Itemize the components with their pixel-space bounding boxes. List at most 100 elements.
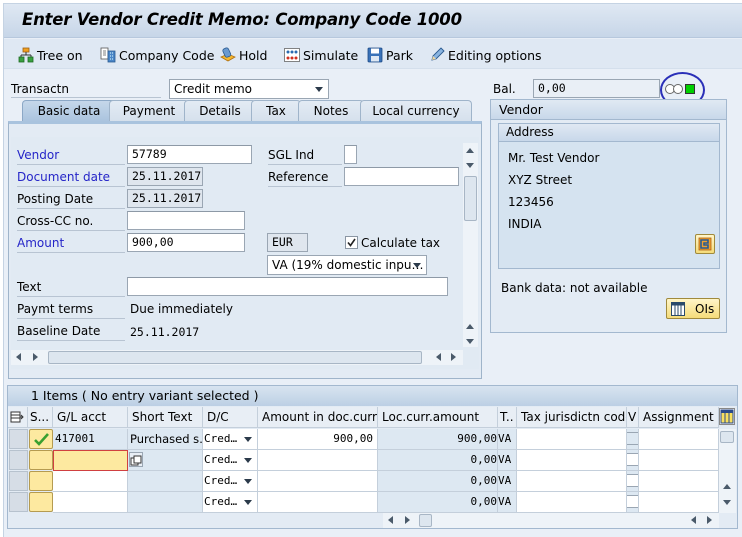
tax-code-cell[interactable]: VA <box>498 429 517 450</box>
column-settings-button[interactable] <box>719 408 735 425</box>
column-header-assignment[interactable]: Assignment n <box>639 407 719 428</box>
scroll-right-icon[interactable] <box>707 516 712 524</box>
column-header-amount-doc[interactable]: Amount in doc.curr. <box>258 407 378 428</box>
row-selector[interactable] <box>9 492 28 512</box>
address-details-button[interactable] <box>695 234 715 254</box>
dc-cell[interactable]: Cred… <box>203 492 258 513</box>
table-horizontal-scrollbar[interactable] <box>383 513 719 528</box>
assignment-cell[interactable] <box>639 471 719 492</box>
amount-doc-cell[interactable]: 900,00 <box>258 429 378 450</box>
tax-code-select[interactable]: VA (19% domestic inpu… <box>267 255 427 275</box>
posting-date-input[interactable]: 25.11.2017 <box>127 189 203 208</box>
scroll-down-icon[interactable] <box>466 339 474 344</box>
gl-acct-cell[interactable]: 417001 <box>53 429 128 450</box>
row-selector[interactable] <box>9 450 28 470</box>
transaction-select[interactable]: Credit memo <box>169 79 329 99</box>
scroll-down-icon[interactable] <box>466 163 474 168</box>
sgl-ind-input[interactable] <box>344 145 357 164</box>
tab-notes[interactable]: Notes <box>298 100 364 122</box>
short-text-cell[interactable]: Purchased s… <box>128 429 203 450</box>
scroll-left-icon[interactable] <box>436 353 441 361</box>
select-all-column[interactable] <box>8 407 28 428</box>
column-header-dc[interactable]: D/C <box>203 407 258 428</box>
scroll-left-icon[interactable] <box>691 516 696 524</box>
short-text-cell[interactable] <box>128 492 203 513</box>
row-status[interactable] <box>29 429 53 449</box>
scroll-thumb[interactable] <box>720 431 734 443</box>
assignment-cell[interactable] <box>639 450 719 471</box>
text-input[interactable] <box>127 277 448 296</box>
scroll-left-icon[interactable] <box>388 516 393 524</box>
short-text-cell[interactable] <box>128 471 203 492</box>
tab-payment[interactable]: Payment <box>109 100 189 122</box>
column-header-gl-acct[interactable]: G/L acct <box>53 407 128 428</box>
assignment-cell[interactable] <box>639 429 719 450</box>
row-checkbox[interactable] <box>627 474 638 487</box>
scroll-up-icon[interactable] <box>723 484 731 489</box>
gl-acct-input-active[interactable] <box>53 450 128 471</box>
row-checkbox[interactable] <box>627 495 638 508</box>
column-header-tax-jurisdiction[interactable]: Tax jurisdictn code <box>517 407 627 428</box>
tax-jurisdiction-cell[interactable] <box>517 450 627 471</box>
row-selector[interactable] <box>9 429 28 449</box>
form-vertical-scrollbar[interactable] <box>463 143 478 347</box>
scroll-right-icon[interactable] <box>33 353 38 361</box>
calculate-tax-checkbox[interactable] <box>345 236 358 249</box>
tab-details[interactable]: Details <box>184 100 256 122</box>
gl-acct-cell[interactable] <box>53 471 128 492</box>
simulate-button[interactable]: Simulate <box>284 46 358 64</box>
scroll-right-icon[interactable] <box>451 353 456 361</box>
table-vertical-scrollbar[interactable] <box>719 429 736 513</box>
tax-jurisdiction-cell[interactable] <box>517 492 627 513</box>
form-horizontal-scrollbar[interactable] <box>11 350 463 365</box>
company-code-button[interactable]: Company Code <box>100 46 214 64</box>
dc-cell[interactable]: Cred… <box>203 429 258 450</box>
tax-code-cell[interactable]: VA <box>498 450 517 471</box>
cross-cc-input[interactable] <box>127 211 245 230</box>
scroll-thumb[interactable] <box>464 176 477 221</box>
scroll-thumb[interactable] <box>48 351 422 364</box>
tax-jurisdiction-cell[interactable] <box>517 471 627 492</box>
tax-jurisdiction-cell[interactable] <box>517 429 627 450</box>
reference-input[interactable] <box>344 167 459 186</box>
scroll-thumb[interactable] <box>419 514 432 527</box>
dc-cell[interactable]: Cred… <box>203 450 258 471</box>
dc-cell[interactable]: Cred… <box>203 471 258 492</box>
park-button[interactable]: Park <box>367 46 413 64</box>
tab-local-currency[interactable]: Local currency <box>360 100 472 122</box>
column-header-status[interactable]: S... <box>28 407 53 428</box>
assignment-cell[interactable] <box>639 492 719 513</box>
editing-options-button[interactable]: Editing options <box>429 46 542 64</box>
amount-doc-cell[interactable] <box>258 492 378 513</box>
document-date-input[interactable]: 25.11.2017 <box>127 167 203 186</box>
row-status[interactable] <box>29 492 53 512</box>
tax-code-cell[interactable]: VA <box>498 492 517 513</box>
column-header-amount-loc[interactable]: Loc.curr.amount <box>378 407 498 428</box>
column-header-tax[interactable]: T.. <box>498 407 517 428</box>
row-checkbox[interactable] <box>627 453 638 466</box>
tab-tax[interactable]: Tax <box>251 100 301 122</box>
scroll-down-icon[interactable] <box>723 500 731 505</box>
hold-button[interactable]: Hold <box>220 46 267 64</box>
amount-doc-cell[interactable] <box>258 471 378 492</box>
row-checkbox[interactable] <box>627 432 638 445</box>
open-items-button[interactable]: OIs <box>666 298 720 319</box>
amount-doc-cell[interactable] <box>258 450 378 471</box>
column-header-short-text[interactable]: Short Text <box>128 407 203 428</box>
amount-input[interactable]: 900,00 <box>127 233 245 252</box>
row-status[interactable] <box>29 450 53 470</box>
tab-basic-data[interactable]: Basic data <box>22 100 116 122</box>
gl-acct-cell[interactable] <box>53 492 128 513</box>
row-status[interactable] <box>29 471 53 491</box>
copy-button[interactable] <box>129 452 143 467</box>
tax-code-cell[interactable]: VA <box>498 471 517 492</box>
tree-on-button[interactable]: Tree on <box>18 46 83 64</box>
scroll-up-icon[interactable] <box>466 148 474 153</box>
scroll-right-icon[interactable] <box>405 516 410 524</box>
scroll-left-icon[interactable] <box>16 353 21 361</box>
short-text-cell[interactable] <box>128 450 203 471</box>
row-selector[interactable] <box>9 471 28 491</box>
scroll-up-icon[interactable] <box>466 324 474 329</box>
column-header-v[interactable]: V <box>627 407 639 428</box>
vendor-input[interactable]: 57789 <box>127 145 252 164</box>
